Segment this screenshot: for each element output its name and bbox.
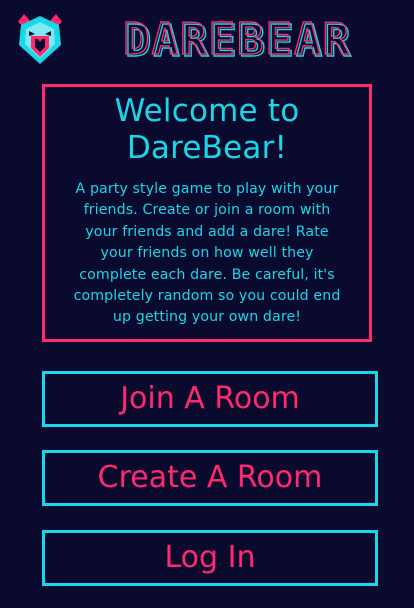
app-header: DAREBEAR DAREBEAR [0, 0, 414, 76]
welcome-title-line1: Welcome to [114, 93, 300, 129]
create-room-button[interactable]: Create A Room [42, 450, 378, 506]
welcome-body-line: your friends on how well they [100, 245, 314, 262]
welcome-card: Welcome to DareBear! A party style game … [42, 84, 372, 342]
welcome-body-line: your friends and add a dare! Rate [85, 223, 329, 240]
welcome-title-line2: DareBear! [126, 130, 288, 166]
bear-head-icon[interactable] [15, 12, 65, 66]
welcome-title: Welcome to DareBear! [45, 93, 369, 167]
welcome-body-line: completely random so you could end [73, 288, 341, 305]
log-in-button[interactable]: Log In [42, 530, 378, 586]
welcome-body-line: complete each dare. Be careful, it's [79, 266, 335, 283]
welcome-body-line: up getting your own dare! [112, 309, 302, 326]
join-room-button[interactable]: Join A Room [42, 371, 378, 427]
welcome-body-line: friends. Create or join a room with [83, 202, 331, 219]
app-logo-wordmark: DAREBEAR DAREBEAR [122, 13, 351, 66]
svg-text:DAREBEAR: DAREBEAR [123, 14, 351, 65]
welcome-description: A party style game to play with your fri… [55, 179, 359, 329]
welcome-body-line: A party style game to play with your [75, 181, 339, 197]
